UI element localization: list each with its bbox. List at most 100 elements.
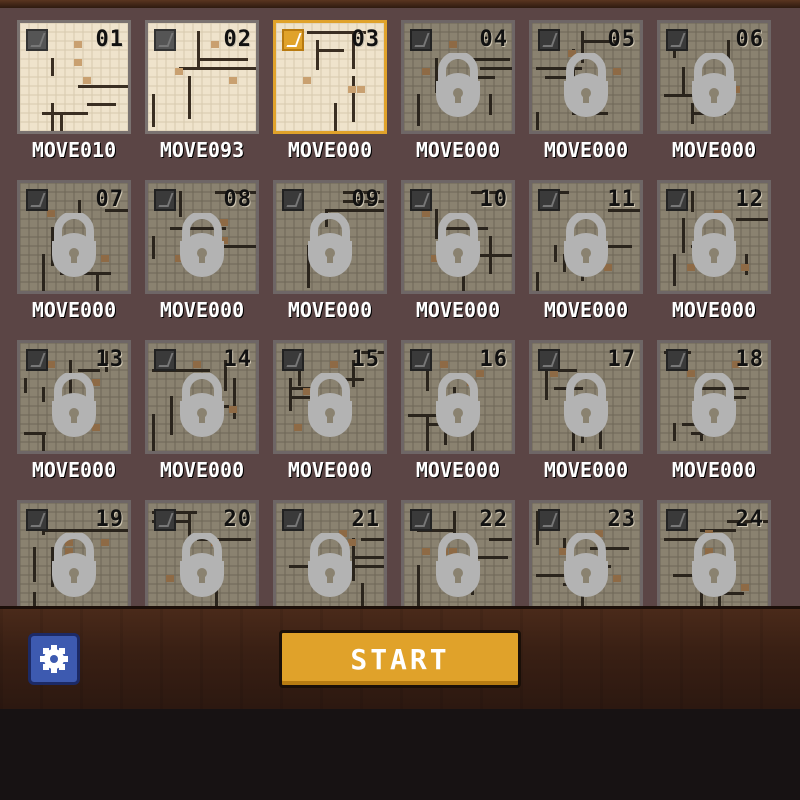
level-thumbnail[interactable]: 15 xyxy=(273,340,387,454)
move-count: MOVE000 xyxy=(31,458,117,482)
level-thumbnail[interactable]: 19 xyxy=(17,500,131,606)
level-number: 13 xyxy=(95,347,124,372)
level-thumbnail[interactable]: 08 xyxy=(145,180,259,294)
move-count: MOVE000 xyxy=(31,298,117,322)
level-thumbnail[interactable]: 07 xyxy=(17,180,131,294)
level-tile[interactable]: 20 xyxy=(145,500,259,606)
move-count: MOVE000 xyxy=(287,458,373,482)
move-count: MOVE093 xyxy=(159,138,245,162)
lock-icon xyxy=(692,373,736,437)
checkbox-icon xyxy=(26,29,48,51)
level-tile[interactable]: 07 MOVE000 xyxy=(17,180,131,322)
level-thumbnail[interactable]: 11 xyxy=(529,180,643,294)
level-tile[interactable]: 18 MOVE000 xyxy=(657,340,771,482)
checkbox-icon xyxy=(154,349,176,371)
level-tile[interactable]: 06 MOVE000 xyxy=(657,20,771,162)
level-number: 15 xyxy=(351,347,380,372)
level-tile[interactable]: 21 xyxy=(273,500,387,606)
level-thumbnail[interactable]: 16 xyxy=(401,340,515,454)
level-number: 09 xyxy=(351,187,380,212)
level-thumbnail[interactable]: 03 xyxy=(273,20,387,134)
level-tile[interactable]: 11 MOVE000 xyxy=(529,180,643,322)
level-thumbnail[interactable]: 23 xyxy=(529,500,643,606)
checkbox-icon xyxy=(282,349,304,371)
level-number: 04 xyxy=(479,27,508,52)
top-wood-strip xyxy=(0,0,800,8)
move-count: MOVE000 xyxy=(671,458,757,482)
level-thumbnail[interactable]: 10 xyxy=(401,180,515,294)
level-thumbnail[interactable]: 18 xyxy=(657,340,771,454)
level-thumbnail[interactable]: 02 xyxy=(145,20,259,134)
lock-icon xyxy=(564,213,608,277)
level-number: 19 xyxy=(95,507,124,532)
lock-icon xyxy=(436,533,480,597)
level-thumbnail[interactable]: 05 xyxy=(529,20,643,134)
level-thumbnail[interactable]: 04 xyxy=(401,20,515,134)
level-tile[interactable]: 24 xyxy=(657,500,771,606)
lock-icon xyxy=(52,213,96,277)
level-number: 11 xyxy=(607,187,636,212)
level-tile[interactable]: 16 MOVE000 xyxy=(401,340,515,482)
level-thumbnail[interactable]: 06 xyxy=(657,20,771,134)
level-tile[interactable]: 02 MOVE093 xyxy=(145,20,259,162)
gear-icon xyxy=(40,645,68,673)
level-tile[interactable]: 13 MOVE000 xyxy=(17,340,131,482)
lock-icon xyxy=(436,53,480,117)
level-tile[interactable]: 01 MOVE010 xyxy=(17,20,131,162)
move-count: MOVE000 xyxy=(671,298,757,322)
move-count: MOVE010 xyxy=(31,138,117,162)
level-tile[interactable]: 03 MOVE000 xyxy=(273,20,387,162)
checkbox-icon xyxy=(154,29,176,51)
move-count: MOVE000 xyxy=(287,138,373,162)
level-tile[interactable]: 09 MOVE000 xyxy=(273,180,387,322)
checkbox-icon xyxy=(538,509,560,531)
level-tile[interactable]: 15 MOVE000 xyxy=(273,340,387,482)
level-thumbnail[interactable]: 24 xyxy=(657,500,771,606)
checkbox-icon xyxy=(282,189,304,211)
level-tile[interactable]: 17 MOVE000 xyxy=(529,340,643,482)
level-number: 17 xyxy=(607,347,636,372)
level-tile[interactable]: 10 MOVE000 xyxy=(401,180,515,322)
move-count: MOVE000 xyxy=(543,138,629,162)
lock-icon xyxy=(308,213,352,277)
level-tile[interactable]: 22 xyxy=(401,500,515,606)
level-number: 12 xyxy=(735,187,764,212)
move-count: MOVE000 xyxy=(543,298,629,322)
checkbox-icon xyxy=(26,509,48,531)
lock-icon xyxy=(180,533,224,597)
level-tile[interactable]: 08 MOVE000 xyxy=(145,180,259,322)
lock-icon xyxy=(52,373,96,437)
level-thumbnail[interactable]: 17 xyxy=(529,340,643,454)
level-tile[interactable]: 14 MOVE000 xyxy=(145,340,259,482)
start-button[interactable]: START xyxy=(279,630,521,688)
move-count: MOVE000 xyxy=(415,138,501,162)
level-tile[interactable]: 04 MOVE000 xyxy=(401,20,515,162)
level-number: 23 xyxy=(607,507,636,532)
level-number: 03 xyxy=(351,27,380,52)
level-number: 06 xyxy=(735,27,764,52)
level-thumbnail[interactable]: 14 xyxy=(145,340,259,454)
level-tile[interactable]: 05 MOVE000 xyxy=(529,20,643,162)
level-number: 02 xyxy=(223,27,252,52)
level-number: 08 xyxy=(223,187,252,212)
level-thumbnail[interactable]: 21 xyxy=(273,500,387,606)
checkbox-icon xyxy=(282,29,304,51)
level-tile[interactable]: 12 MOVE000 xyxy=(657,180,771,322)
level-thumbnail[interactable]: 01 xyxy=(17,20,131,134)
level-number: 05 xyxy=(607,27,636,52)
bottom-bar: START xyxy=(0,606,800,709)
lock-icon xyxy=(564,373,608,437)
move-count: MOVE000 xyxy=(543,458,629,482)
level-tile[interactable]: 19 xyxy=(17,500,131,606)
checkbox-icon xyxy=(538,29,560,51)
level-thumbnail[interactable]: 13 xyxy=(17,340,131,454)
level-thumbnail[interactable]: 22 xyxy=(401,500,515,606)
level-tile[interactable]: 23 xyxy=(529,500,643,606)
level-thumbnail[interactable]: 20 xyxy=(145,500,259,606)
level-thumbnail[interactable]: 12 xyxy=(657,180,771,294)
level-thumbnail[interactable]: 09 xyxy=(273,180,387,294)
lock-icon xyxy=(308,533,352,597)
settings-button[interactable] xyxy=(28,633,80,685)
checkbox-icon xyxy=(666,509,688,531)
checkbox-icon xyxy=(282,509,304,531)
